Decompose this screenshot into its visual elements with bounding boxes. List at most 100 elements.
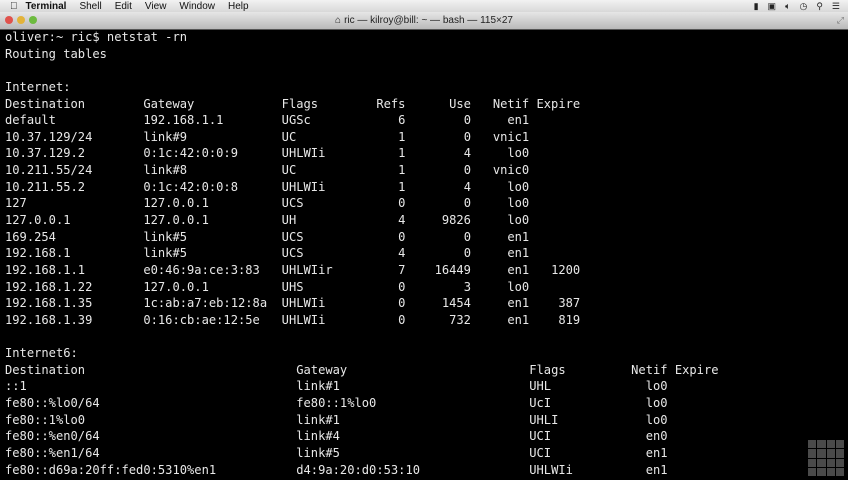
cell-gateway: d4:9a:20:d0:53:10 (296, 462, 421, 477)
table-row: fe80::d69a:20ff:fed0:5310%en1 d4:9a:20:d0… (5, 462, 848, 479)
cell-netif: en1 (645, 462, 668, 477)
cell-gateway: link#1 (296, 412, 340, 427)
header-use: Use (449, 96, 471, 111)
menu-shell[interactable]: Shell (79, 1, 101, 12)
cell-destination: fe80::%en1/64 (5, 446, 100, 461)
clock-icon[interactable]: ◷ (799, 1, 807, 12)
internet-label: Internet: (5, 79, 71, 94)
internet6-label: Internet6: (5, 346, 78, 361)
zoom-button[interactable] (29, 16, 37, 24)
table-row: 10.37.129.2 0:1c:42:0:0:9 UHLWIi 1 4 lo0 (5, 145, 848, 162)
apple-menu-icon[interactable]:  (10, 1, 18, 12)
cell-gateway: link#8 (143, 163, 188, 178)
cell-destination: 127.0.0.1 (5, 213, 71, 228)
cell-flags: UHLWIi (281, 179, 326, 194)
header-gateway: Gateway (296, 362, 348, 377)
cell-netif: lo0 (507, 146, 530, 161)
cell-gateway: 127.0.0.1 (143, 279, 209, 294)
cell-refs: 1 (398, 146, 406, 161)
table-row: 192.168.1.1 e0:46:9a:ce:3:83 UHLWIir 7 16449… (5, 262, 848, 279)
cell-refs: 1 (398, 179, 406, 194)
cell-use: 0 (463, 129, 471, 144)
cell-netif: lo0 (645, 412, 668, 427)
cell-destination: 10.211.55/24 (5, 163, 93, 178)
cell-gateway: link#5 (143, 229, 188, 244)
menu-window[interactable]: Window (179, 1, 215, 12)
cell-flags: UHLWIi (529, 462, 573, 477)
cell-netif: lo0 (507, 179, 530, 194)
cell-refs: 4 (398, 213, 406, 228)
battery-icon[interactable]: ▮ (754, 1, 759, 12)
menu-app-terminal[interactable]: Terminal (26, 1, 67, 12)
cell-expire: 387 (558, 296, 581, 311)
cell-netif: vnic0 (492, 163, 530, 178)
cell-gateway: link#9 (143, 129, 188, 144)
cell-netif: lo0 (507, 279, 530, 294)
cell-refs: 0 (398, 229, 406, 244)
cell-destination: default (5, 113, 56, 128)
cell-flags: UHLWIi (281, 312, 326, 327)
menu-edit[interactable]: Edit (115, 1, 132, 12)
minimize-button[interactable] (17, 16, 25, 24)
menu-help[interactable]: Help (228, 1, 249, 12)
fullscreen-icon[interactable]: ⤢ (837, 15, 844, 26)
cell-flags: UcI (529, 396, 552, 411)
cell-use: 4 (463, 179, 471, 194)
grid-overlay-icon (808, 440, 844, 476)
cell-flags: UHLI (529, 412, 559, 427)
prompt-line: oliver:~ ric$ netstat -rn (5, 30, 188, 44)
cell-destination: 10.37.129.2 (5, 146, 86, 161)
menu-view[interactable]: View (145, 1, 167, 12)
cell-use: 732 (449, 312, 471, 327)
cell-netif: en1 (507, 113, 530, 128)
cell-destination: 192.168.1.35 (5, 296, 93, 311)
cell-destination: fe80::%lo0/64 (5, 396, 100, 411)
output-heading: Routing tables (5, 46, 107, 61)
table-row: 192.168.1.35 1c:ab:a7:eb:12:8a UHLWIi 0 1454… (5, 295, 848, 312)
cell-gateway: link#5 (296, 446, 340, 461)
cell-netif: en1 (507, 262, 530, 277)
cell-destination: fe80::%en0/64 (5, 429, 100, 444)
cell-use: 0 (463, 163, 471, 178)
cell-flags: UC (281, 129, 297, 144)
cell-flags: UH (281, 213, 297, 228)
cell-gateway: link#4 (296, 429, 340, 444)
cell-refs: 1 (398, 163, 406, 178)
cell-flags: UHLWIir (281, 262, 333, 277)
table-row: default 192.168.1.1 UGSc 6 0 en1 (5, 112, 848, 129)
cell-refs: 4 (398, 246, 406, 261)
cell-netif: vnic1 (492, 129, 530, 144)
cell-flags: UCS (281, 196, 304, 211)
header-netif: Netif (631, 362, 668, 377)
cell-destination: 10.211.55.2 (5, 179, 86, 194)
close-button[interactable] (5, 16, 13, 24)
terminal-output[interactable]: oliver:~ ric$ netstat -rn Routing tables… (5, 29, 848, 480)
cell-use: 3 (463, 279, 471, 294)
volume-icon[interactable]: 🔈︎ (785, 1, 790, 12)
cell-destination: 192.168.1.1 (5, 262, 86, 277)
cell-flags: UC (281, 163, 297, 178)
cell-gateway: 0:1c:42:0:0:8 (143, 179, 238, 194)
cell-gateway: 127.0.0.1 (143, 196, 209, 211)
cell-refs: 0 (398, 312, 406, 327)
cell-destination: 169.254 (5, 229, 56, 244)
header-flags: Flags (281, 96, 319, 111)
cell-refs: 6 (398, 113, 406, 128)
cell-use: 0 (463, 196, 471, 211)
table-row: 10.211.55/24 link#8 UC 1 0 vnic0 (5, 162, 848, 179)
table-row: 10.37.129/24 link#9 UC 1 0 vnic1 (5, 129, 848, 146)
window-title-bar[interactable]: ⌂ ric — kilroy@bill: ~ — bash — 115×27 ⤢ (0, 12, 848, 30)
cell-destination: 192.168.1.39 (5, 312, 93, 327)
cell-expire: 1200 (551, 262, 581, 277)
cell-destination: 192.168.1.22 (5, 279, 93, 294)
table-row: ::1 link#1 UHL lo0 (5, 378, 848, 395)
cell-use: 9826 (441, 213, 471, 228)
cell-gateway: 0:16:cb:ae:12:5e (143, 312, 260, 327)
spotlight-search-icon[interactable]: ⚲ (816, 1, 823, 12)
cell-refs: 1 (398, 129, 406, 144)
display-icon[interactable]: ▣ (768, 1, 777, 12)
cell-destination: ::1 (5, 379, 27, 394)
cell-use: 1454 (441, 296, 471, 311)
notification-list-icon[interactable]: ☰ (832, 1, 840, 12)
cell-use: 16449 (434, 262, 471, 277)
